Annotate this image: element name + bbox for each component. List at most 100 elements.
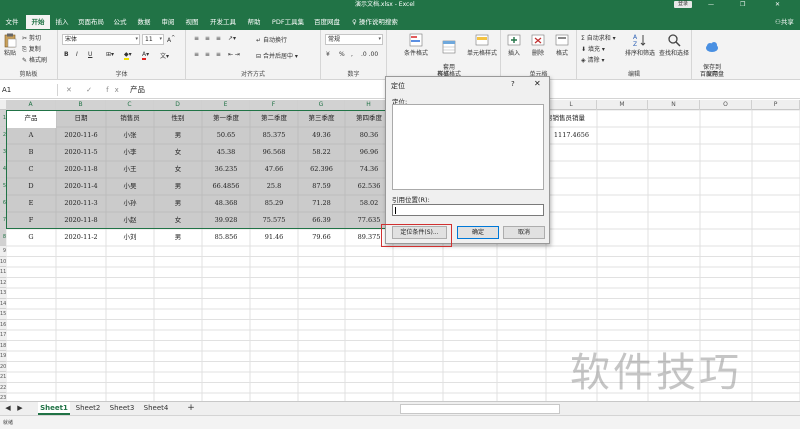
increase-font-icon[interactable]: A^ — [167, 35, 175, 44]
table-cell[interactable]: 71.28 — [298, 195, 345, 212]
table-cell[interactable]: 女 — [154, 161, 202, 178]
column-header[interactable]: C — [106, 100, 154, 110]
clear-button[interactable]: ◈ 清除 ▾ — [581, 55, 604, 64]
table-cell[interactable]: 36.235 — [202, 161, 250, 178]
sheet-tab-2[interactable]: Sheet2 — [72, 402, 104, 415]
font-name-select[interactable]: 宋体 ▾ — [62, 34, 140, 45]
align-top-icon[interactable]: ≡ ≡ ≡ — [194, 35, 223, 42]
row-header[interactable]: 20 — [0, 361, 6, 372]
fill-button[interactable]: ⬇ 填充 ▾ — [581, 44, 605, 53]
tab-data[interactable]: 数据 — [134, 15, 154, 29]
table-cell[interactable]: 女 — [154, 212, 202, 229]
row-header[interactable]: 11 — [0, 267, 6, 278]
close-icon[interactable]: ✕ — [534, 79, 541, 88]
border-icon[interactable]: ⊞▾ — [106, 51, 114, 58]
goto-list[interactable] — [392, 104, 544, 190]
table-cell[interactable]: 2020-11-4 — [56, 178, 106, 195]
row-header[interactable]: 15 — [0, 309, 6, 320]
table-cell[interactable]: 小刘 — [106, 229, 154, 246]
table-cell[interactable]: 2020-11-8 — [56, 161, 106, 178]
next-sheet-icon[interactable]: ▶ — [15, 402, 25, 415]
autosum-button[interactable]: Σ 自动求和 ▾ — [581, 33, 616, 42]
formula-buttons[interactable]: ✕ ✓ fx — [66, 84, 125, 96]
sheet-tab-3[interactable]: Sheet3 — [106, 402, 138, 415]
table-cell[interactable]: B — [6, 144, 56, 161]
formula-input[interactable]: 产品 — [130, 84, 145, 96]
table-cell[interactable]: 85.856 — [202, 229, 250, 246]
tab-help[interactable]: 帮助 — [244, 15, 264, 29]
column-header[interactable]: D — [154, 100, 202, 110]
tab-pdf-tools[interactable]: PDF工具集 — [268, 15, 308, 29]
row-header[interactable]: 12 — [0, 277, 6, 288]
table-cell[interactable]: 第三季度 — [298, 110, 345, 127]
table-cell[interactable]: 日期 — [56, 110, 106, 127]
table-cell[interactable]: 第一季度 — [202, 110, 250, 127]
tab-page-layout[interactable]: 页面布局 — [74, 15, 108, 29]
table-cell[interactable]: D — [6, 178, 56, 195]
column-header[interactable]: E — [202, 100, 250, 110]
table-cell[interactable]: 男销售员销量 — [546, 110, 626, 127]
table-cell[interactable]: C — [6, 161, 56, 178]
table-cell[interactable]: 女 — [154, 144, 202, 161]
column-header[interactable]: P — [752, 100, 800, 110]
row-header[interactable]: 13 — [0, 288, 6, 299]
tell-me-search[interactable]: ♀ 操作说明搜索 — [352, 15, 398, 29]
column-header[interactable]: O — [700, 100, 752, 110]
table-cell[interactable]: 2020-11-6 — [56, 127, 106, 144]
number-format-select[interactable]: 常规 ▾ — [325, 34, 383, 45]
tab-review[interactable]: 审阅 — [158, 15, 178, 29]
font-size-select[interactable]: 11 ▾ — [142, 34, 164, 45]
wrap-text-button[interactable]: ↵ 自动换行 — [256, 35, 287, 44]
sheet-tab-4[interactable]: Sheet4 — [140, 402, 172, 415]
cut-button[interactable]: ✂ 剪切 — [22, 33, 41, 42]
table-cell[interactable]: 45.38 — [202, 144, 250, 161]
tab-developer[interactable]: 开发工具 — [206, 15, 240, 29]
table-cell[interactable]: 产品 — [6, 110, 56, 127]
indent-icon[interactable]: ⇤ ⇥ — [228, 51, 240, 58]
table-cell[interactable]: 男 — [154, 127, 202, 144]
tab-home[interactable]: 开始 — [26, 15, 50, 29]
merge-center-button[interactable]: ⊟ 合并后居中 ▾ — [256, 51, 298, 60]
tab-formulas[interactable]: 公式 — [110, 15, 130, 29]
table-cell[interactable]: 79.66 — [298, 229, 345, 246]
table-cell[interactable]: 2020-11-2 — [56, 229, 106, 246]
table-cell[interactable]: 小王 — [106, 161, 154, 178]
row-header[interactable]: 19 — [0, 351, 6, 362]
login-button[interactable]: 登录 — [674, 1, 693, 8]
share-button[interactable]: ⚇共享 — [775, 15, 794, 29]
ok-button[interactable]: 确定 — [457, 226, 499, 239]
column-header[interactable]: B — [56, 100, 106, 110]
table-cell[interactable]: 96.568 — [250, 144, 298, 161]
table-cell[interactable]: 87.59 — [298, 178, 345, 195]
copy-button[interactable]: ⎘ 复制 — [22, 44, 41, 54]
table-cell[interactable]: F — [6, 212, 56, 229]
currency-button[interactable]: ¥ — [326, 51, 330, 58]
table-cell[interactable]: 2020-11-8 — [56, 212, 106, 229]
table-cell[interactable]: 性别 — [154, 110, 202, 127]
column-header[interactable]: F — [250, 100, 298, 110]
table-cell[interactable]: 85.29 — [250, 195, 298, 212]
table-cell[interactable]: 50.65 — [202, 127, 250, 144]
font-color-icon[interactable]: A▾ — [142, 51, 149, 60]
table-cell[interactable]: 小吴 — [106, 178, 154, 195]
table-cell[interactable]: 47.66 — [250, 161, 298, 178]
row-header[interactable]: 23 — [0, 393, 6, 401]
sheet-tab-1[interactable]: Sheet1 — [38, 402, 70, 415]
find-select-button[interactable]: 查找和选择 — [657, 32, 691, 57]
format-painter-button[interactable]: ✎ 格式刷 — [22, 55, 47, 64]
table-cell[interactable]: 小张 — [106, 127, 154, 144]
percent-button[interactable]: % — [339, 51, 345, 58]
table-cell[interactable]: A — [6, 127, 56, 144]
table-cell[interactable]: 66.4856 — [202, 178, 250, 195]
tab-insert[interactable]: 插入 — [53, 15, 71, 29]
column-header[interactable]: L — [546, 100, 597, 110]
row-header[interactable]: 10 — [0, 256, 6, 267]
table-cell[interactable]: 销售员 — [106, 110, 154, 127]
table-cell[interactable]: 91.46 — [250, 229, 298, 246]
orientation-icon[interactable]: ↗▾ — [228, 35, 236, 42]
align-left-icon[interactable]: ≡ ≡ ≡ — [194, 51, 223, 58]
insert-cells-button[interactable]: 插入 — [503, 32, 525, 57]
table-cell[interactable]: 2020-11-5 — [56, 144, 106, 161]
column-header[interactable]: M — [597, 100, 648, 110]
table-cell[interactable]: 男 — [154, 195, 202, 212]
